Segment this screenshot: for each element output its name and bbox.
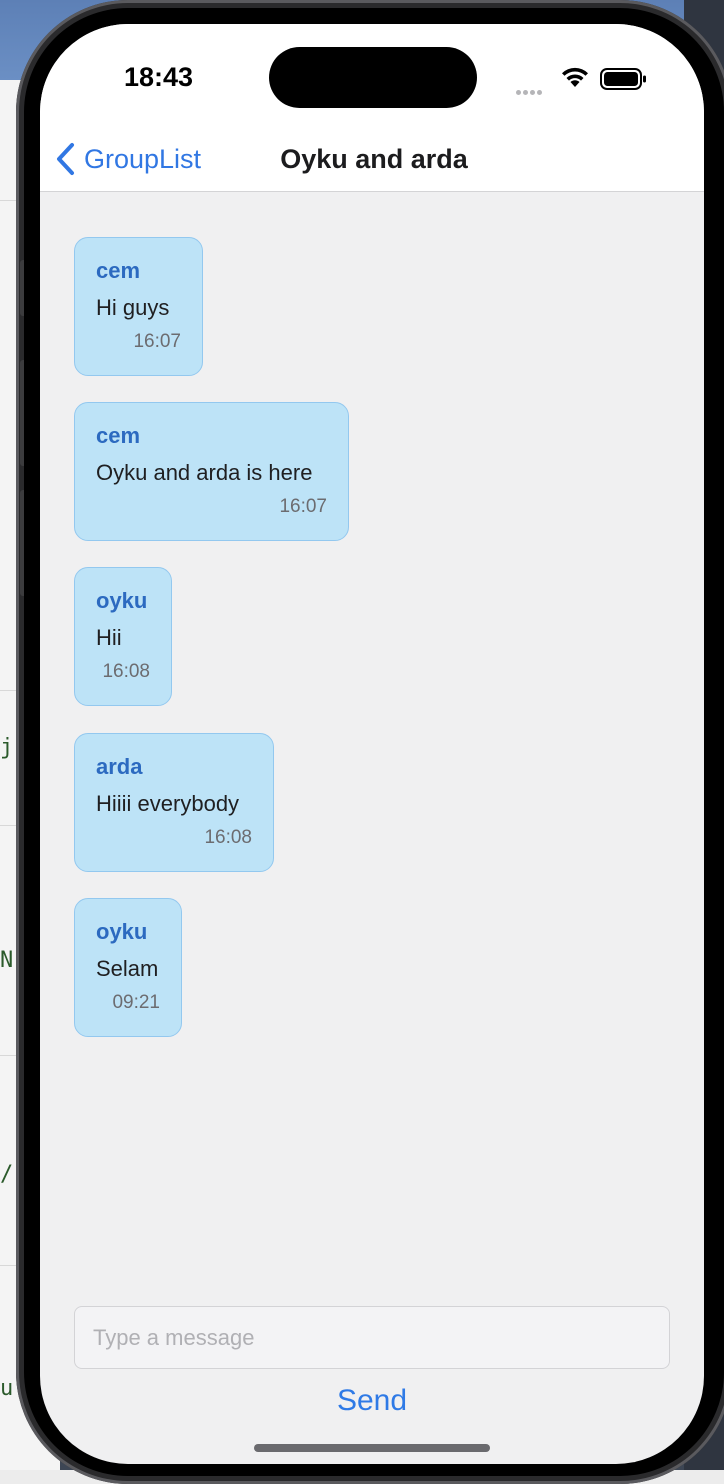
- phone-screen: 18:43 GroupList Oyku and arda cem Hi guy…: [40, 24, 704, 1464]
- message-time: 16:07: [133, 331, 181, 352]
- dynamic-island: [269, 47, 477, 108]
- message-text: Oyku and arda is here: [96, 460, 313, 485]
- message-input-container: [74, 1306, 670, 1369]
- message-text: Hiiii everybody: [96, 791, 240, 816]
- signal-dots-icon: [516, 82, 544, 100]
- send-button[interactable]: Send: [40, 1384, 704, 1418]
- home-indicator[interactable]: [254, 1444, 490, 1452]
- navigation-bar: GroupList Oyku and arda: [40, 134, 704, 192]
- message-sender: oyku: [96, 588, 148, 613]
- message-bubble: oyku Hii 16:08: [74, 567, 172, 706]
- message-text: Hii: [96, 625, 122, 650]
- page-title: Oyku and arda: [280, 144, 468, 174]
- message-sender: cem: [96, 423, 141, 448]
- message-time: 16:08: [204, 827, 252, 848]
- message-bubble: cem Oyku and arda is here 16:07: [74, 402, 349, 541]
- message-time: 16:08: [102, 661, 150, 682]
- message-input[interactable]: [75, 1307, 669, 1368]
- message-sender: cem: [96, 258, 141, 283]
- message-sender: oyku: [96, 919, 148, 944]
- battery-icon: [600, 68, 646, 90]
- message-bubble: cem Hi guys 16:07: [74, 237, 203, 376]
- status-bar: 18:43: [40, 24, 704, 134]
- message-text: Hi guys: [96, 295, 170, 320]
- message-sender: arda: [96, 754, 143, 779]
- message-text: Selam: [96, 956, 159, 981]
- message-bubble: arda Hiiii everybody 16:08: [74, 733, 274, 872]
- message-bubble: oyku Selam 09:21: [74, 898, 182, 1037]
- wifi-icon: [562, 67, 588, 87]
- message-time: 16:07: [279, 496, 327, 517]
- status-time: 18:43: [124, 62, 194, 92]
- message-time: 09:21: [112, 992, 160, 1013]
